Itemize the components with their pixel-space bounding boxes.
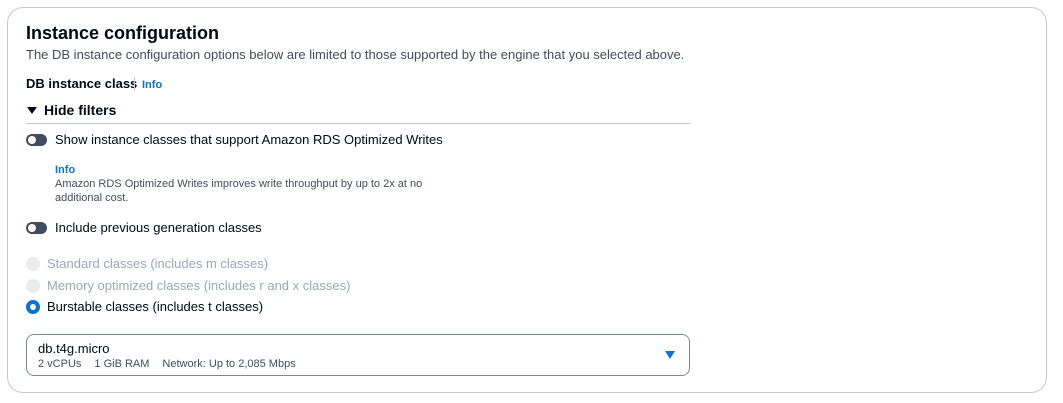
label-divider: [134, 77, 135, 91]
previous-generation-toggle-row[interactable]: Include previous generation classes: [26, 220, 262, 236]
vcpus-text: 2 vCPUs: [38, 358, 82, 370]
radio-standard-classes: Standard classes (includes m classes): [26, 256, 268, 272]
optimized-writes-toggle-row[interactable]: Show instance classes that support Amazo…: [26, 132, 443, 148]
caret-down-icon: [665, 351, 675, 359]
radio-label: Memory optimized classes (includes r and…: [47, 278, 351, 293]
radio-memory-optimized-classes: Memory optimized classes (includes r and…: [26, 278, 350, 294]
switch-knob: [28, 136, 36, 144]
previous-generation-label: Include previous generation classes: [55, 220, 262, 235]
instance-class-info-link[interactable]: Info: [142, 78, 162, 92]
optimized-writes-switch[interactable]: [26, 134, 47, 146]
section-title: Instance configuration: [26, 23, 220, 43]
instance-class-select[interactable]: db.t4g.micro 2 vCPUs 1 GiB RAM Network: …: [26, 334, 690, 376]
hide-filters-toggle[interactable]: Hide filters: [27, 101, 116, 119]
radio-label[interactable]: Burstable classes (includes t classes): [47, 299, 263, 315]
radio-button-selected[interactable]: [26, 300, 40, 314]
section-description: The DB instance configuration options be…: [26, 47, 685, 62]
instance-class-details: 2 vCPUs 1 GiB RAM Network: Up to 2,085 M…: [38, 357, 309, 371]
db-instance-class-label: DB instance class: [26, 76, 138, 91]
caret-down-icon: [27, 107, 37, 114]
radio-burstable-classes[interactable]: Burstable classes (includes t classes): [26, 299, 263, 315]
radio-button: [26, 279, 40, 293]
selected-instance-class: db.t4g.micro: [38, 341, 110, 356]
previous-generation-switch[interactable]: [26, 222, 47, 234]
optimized-writes-label: Show instance classes that support Amazo…: [55, 132, 443, 147]
switch-knob: [28, 224, 36, 232]
optimized-writes-help-text: Amazon RDS Optimized Writes improves wri…: [55, 178, 423, 204]
ram-text: 1 GiB RAM: [94, 358, 150, 370]
network-text: Network: Up to 2,085 Mbps: [162, 358, 296, 370]
radio-label: Standard classes (includes m classes): [47, 256, 269, 271]
hide-filters-label: Hide filters: [44, 102, 117, 118]
filters-divider: [26, 123, 690, 124]
radio-button: [26, 257, 40, 271]
optimized-writes-info-link[interactable]: Info: [55, 163, 75, 177]
